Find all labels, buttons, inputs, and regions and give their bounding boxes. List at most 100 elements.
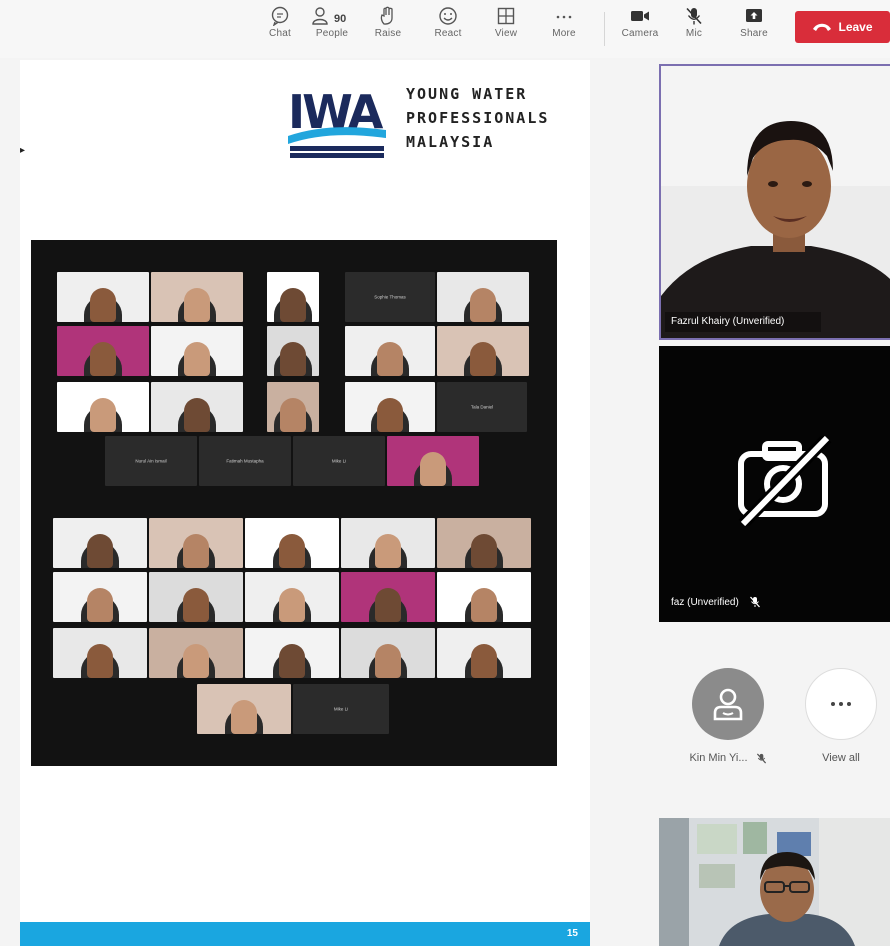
gallery-video-thumbnail xyxy=(197,684,291,734)
gallery-person-silhouette xyxy=(279,588,305,622)
react-button[interactable]: React xyxy=(422,4,474,54)
gallery-person-silhouette xyxy=(90,288,116,322)
more-button[interactable]: More xyxy=(538,4,590,54)
camera-button[interactable]: Camera xyxy=(614,4,666,54)
gallery-person-silhouette xyxy=(375,534,401,568)
react-smiley-icon xyxy=(439,7,457,25)
gallery-video-thumbnail xyxy=(149,628,243,678)
raise-hand-icon xyxy=(380,6,393,25)
share-label: Share xyxy=(740,28,768,39)
meeting-toolbar: Chat 90 People Raise React View More Cam… xyxy=(0,0,890,58)
camera-icon xyxy=(631,11,649,21)
gallery-person-silhouette xyxy=(420,452,446,486)
gallery-cell-named: Sophie Thomas xyxy=(345,272,435,322)
gallery-person-silhouette xyxy=(471,644,497,678)
gallery-person-silhouette xyxy=(375,644,401,678)
gallery-person-silhouette xyxy=(184,398,210,432)
gallery-person-silhouette xyxy=(87,534,113,568)
gallery-video-thumbnail xyxy=(149,572,243,622)
gallery-person-silhouette xyxy=(87,588,113,622)
slide-pointer-icon: ▸ xyxy=(20,145,26,156)
gallery-person-silhouette xyxy=(280,288,306,322)
people-count: 90 xyxy=(334,13,347,25)
view-all-button[interactable]: View all xyxy=(796,668,886,764)
gallery-video-thumbnail xyxy=(341,572,435,622)
leave-label: Leave xyxy=(838,20,873,34)
gallery-video-thumbnail xyxy=(57,382,149,432)
participant-tile-bottom[interactable] xyxy=(659,818,890,946)
gallery-participant-name: Nurul Ain Ismail xyxy=(135,458,167,464)
toolbar-divider xyxy=(604,12,605,46)
gallery-cell-named: Nurul Ain Ismail xyxy=(105,436,197,486)
participant-video xyxy=(661,66,890,338)
gallery-person-silhouette xyxy=(280,342,306,376)
gallery-person-silhouette xyxy=(471,588,497,622)
gallery-video-thumbnail xyxy=(267,326,319,376)
more-dots-icon xyxy=(556,15,572,19)
gallery-cell-named: Mike Li xyxy=(293,684,389,734)
shared-slide: ▸ IWA YOUNG WATER PROFESSIONALS MALAYSIA… xyxy=(20,60,590,946)
mic-label: Mic xyxy=(685,28,703,39)
org-title-line-2: PROFESSIONALS xyxy=(406,109,550,127)
view-button[interactable]: View xyxy=(480,4,532,54)
chat-button[interactable]: Chat xyxy=(254,4,306,54)
view-all-label: View all xyxy=(822,752,860,764)
raise-hand-button[interactable]: Raise xyxy=(362,4,414,54)
gallery-cell-named: Tala Daniel xyxy=(437,382,527,432)
gallery-video-thumbnail xyxy=(57,272,149,322)
mic-muted-icon xyxy=(749,596,760,608)
gallery-video-thumbnail xyxy=(245,628,339,678)
phone-hangup-icon xyxy=(813,23,832,31)
org-title-line-1: YOUNG WATER xyxy=(406,85,528,103)
org-title: YOUNG WATER PROFESSIONALS MALAYSIA xyxy=(406,82,549,154)
participant-name-label: Fazrul Khairy (Unverified) xyxy=(671,316,785,327)
more-dots-icon xyxy=(831,702,851,706)
gallery-participant-name: Mike Li xyxy=(333,706,349,712)
gallery-participant-name: Fatimah Mustapha xyxy=(226,458,264,464)
gallery-video-thumbnail xyxy=(345,382,435,432)
slide-page-number: 15 xyxy=(566,928,578,939)
grid-view-icon xyxy=(497,7,515,25)
share-screen-icon xyxy=(746,9,762,22)
camera-off-icon xyxy=(738,436,832,526)
leave-button[interactable]: Leave xyxy=(795,11,890,43)
featured-participant-tile[interactable]: Fazrul Khairy (Unverified) xyxy=(659,64,890,340)
participant-video xyxy=(659,818,890,946)
share-button[interactable]: Share xyxy=(728,4,780,54)
gallery-video-thumbnail xyxy=(245,518,339,568)
avatar xyxy=(692,668,764,740)
mic-button[interactable]: Mic xyxy=(668,4,720,54)
gallery-person-silhouette xyxy=(87,644,113,678)
gallery-person-silhouette xyxy=(279,534,305,568)
gallery-video-thumbnail xyxy=(149,518,243,568)
mini-participant[interactable]: Kin Min Yi... xyxy=(674,668,782,764)
view-all-circle xyxy=(805,668,877,740)
gallery-person-silhouette xyxy=(470,342,496,376)
gallery-video-thumbnail xyxy=(437,628,531,678)
chat-label: Chat xyxy=(269,28,291,39)
gallery-video-thumbnail xyxy=(53,572,147,622)
gallery-person-silhouette xyxy=(375,588,401,622)
gallery-person-silhouette xyxy=(280,398,306,432)
gallery-video-thumbnail xyxy=(53,628,147,678)
gallery-person-silhouette xyxy=(377,342,403,376)
gallery-cell-named: Fatimah Mustapha xyxy=(199,436,291,486)
gallery-person-silhouette xyxy=(183,644,209,678)
gallery-participant-name: Mike Li xyxy=(331,458,347,464)
participant-name-row: faz (Unverified) xyxy=(671,596,761,608)
people-button[interactable]: 90 People xyxy=(306,4,358,54)
view-label: View xyxy=(494,28,518,39)
chat-icon xyxy=(271,6,289,26)
gallery-video-thumbnail xyxy=(151,382,243,432)
gallery-participant-name: Tala Daniel xyxy=(470,404,494,410)
gallery-video-thumbnail xyxy=(267,382,319,432)
gallery-video-thumbnail xyxy=(341,518,435,568)
camera-off-participant-tile[interactable]: faz (Unverified) xyxy=(659,346,890,622)
gallery-video-thumbnail xyxy=(387,436,479,486)
gallery-video-thumbnail xyxy=(245,572,339,622)
person-avatar-icon xyxy=(713,688,743,721)
gallery-participant-name: Sophie Thomas xyxy=(374,294,406,300)
gallery-person-silhouette xyxy=(279,644,305,678)
raise-label: Raise xyxy=(374,28,402,39)
participant-name-label: faz (Unverified) xyxy=(671,596,739,608)
